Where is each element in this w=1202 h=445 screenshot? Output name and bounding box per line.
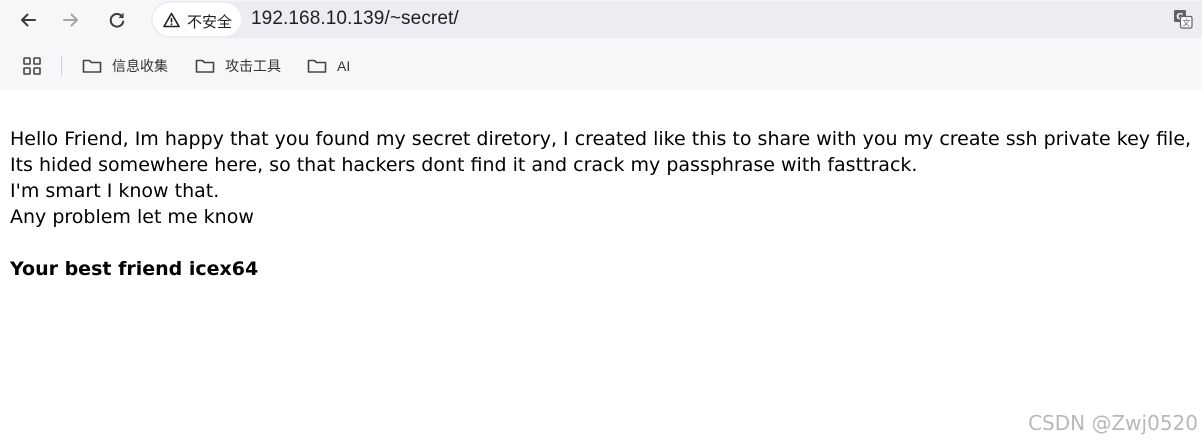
security-label: 不安全 [187,14,233,31]
warning-icon [163,12,180,28]
message-line: Hello Friend, Im happy that you found my… [10,128,1192,150]
svg-text:文: 文 [1182,18,1190,28]
arrow-left-icon [21,13,36,27]
message-line: Any problem let me know [10,206,254,228]
forward-button[interactable] [56,5,86,35]
folder-icon [82,59,102,73]
message-line: Its hided somewhere here, so that hacker… [10,154,918,176]
bookmarks-bar: 信息收集 攻击工具 AI [0,48,1202,84]
back-button[interactable] [13,5,43,35]
bookmark-label: 攻击工具 [225,58,281,74]
line-break [10,230,1200,256]
reload-icon [109,12,125,28]
url-text[interactable]: 192.168.10.139/~secret/ [251,8,459,30]
bookmark-label: AI [337,58,351,74]
security-indicator[interactable]: 不安全 [153,3,241,36]
browser-chrome: 不安全 192.168.10.139/~secret/ G 文 信息收集 [0,0,1202,90]
apps-grid-icon[interactable] [23,57,41,75]
address-bar[interactable]: 不安全 192.168.10.139/~secret/ G 文 [151,1,1202,38]
translate-icon[interactable]: G 文 [1173,9,1193,29]
arrow-right-icon [63,13,78,27]
page-content: Hello Friend, Im happy that you found my… [10,126,1200,282]
bookmark-label: 信息收集 [112,58,168,74]
bookmark-folder-info[interactable]: 信息收集 [82,52,168,80]
signature: Your best friend icex64 [10,258,259,280]
folder-icon [195,59,215,73]
bookmark-folder-ai[interactable]: AI [307,52,350,80]
folder-icon [307,59,327,73]
browser-toolbar: 不安全 192.168.10.139/~secret/ G 文 [0,0,1202,40]
reload-button[interactable] [102,5,132,35]
message-line: I'm smart I know that. [10,180,220,202]
bookmarks-divider [61,56,62,76]
watermark: CSDN @Zwj0520 [1028,411,1198,435]
bookmark-folder-tools[interactable]: 攻击工具 [195,52,281,80]
